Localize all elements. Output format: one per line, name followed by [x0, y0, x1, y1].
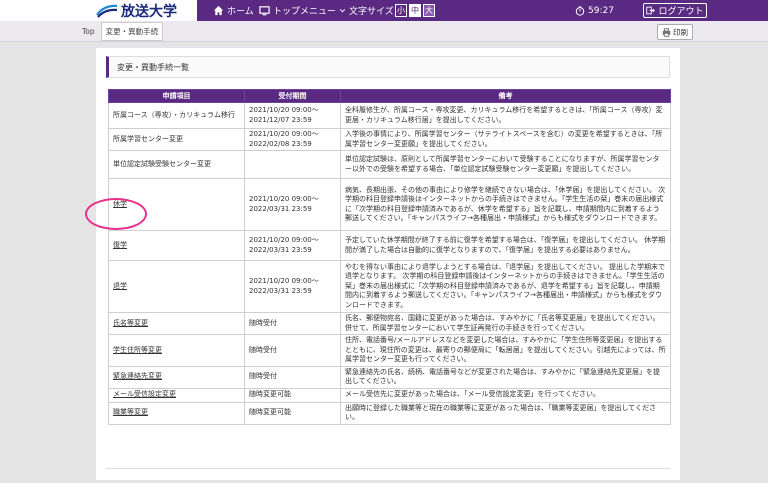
- header-note: 備考: [340, 89, 671, 103]
- item-cell: 所属コース（専攻）・カリキュラム移行: [108, 102, 245, 129]
- table-row: 単位認定試験受験センター変更 単位認定試験は、原則として所属学習センターにおいて受…: [108, 150, 671, 179]
- top-menu-link[interactable]: トップメニュー: [259, 0, 346, 21]
- logout-label: ログアウト: [658, 7, 704, 17]
- font-size-medium-button[interactable]: 中: [409, 4, 421, 17]
- period-cell: 2021/10/20 09:00～ 2021/12/07 23:59: [244, 102, 341, 129]
- font-size-small-button[interactable]: 小: [395, 4, 407, 17]
- period-cell: 随時変更可能: [244, 387, 341, 403]
- note-cell: 単位認定試験は、原則として所属学習センターにおいて受験することになりますが、所属…: [340, 150, 671, 179]
- procedure-link[interactable]: 学生住所等変更: [113, 346, 162, 354]
- logout-icon: [646, 6, 656, 15]
- header-period: 受付期間: [244, 89, 341, 103]
- timer-value: 59:27: [588, 5, 614, 16]
- table-header-row: 申請項目 受付期間 備考: [108, 89, 671, 103]
- breadcrumb-current: 変更・異動手続: [100, 21, 164, 41]
- session-timer: 59:27: [575, 0, 614, 21]
- home-icon: [213, 5, 224, 16]
- procedure-link[interactable]: 職業等変更: [113, 408, 148, 416]
- font-size-text: 文字サイズ: [349, 7, 394, 17]
- period-cell: 随時変更可能: [244, 401, 341, 425]
- main-panel: 変更・異動手続一覧 申請項目 受付期間 備考 所属コース（専攻）・カリキュラム移…: [96, 48, 680, 480]
- table-row: 学生住所等変更 随時受付 住所、電話番号/メールアドレスなどを変更した場合は、すみや…: [108, 334, 671, 367]
- item-cell: 単位認定試験受験センター変更: [108, 150, 245, 179]
- period-cell: 2021/10/20 09:00～ 2022/03/31 23:59: [244, 178, 341, 231]
- breadcrumb-top-link[interactable]: Top: [82, 27, 95, 36]
- timer-icon: [575, 5, 585, 16]
- item-cell: メール受信設定変更: [108, 387, 245, 403]
- university-logo[interactable]: 放送大学: [96, 2, 177, 20]
- table-row: 氏名等変更 随時受付 氏名、郵便物宛名、国籍に変更があった場合は、すみやかに「氏名等…: [108, 312, 671, 335]
- item-cell: 学生住所等変更: [108, 334, 245, 367]
- period-cell: 随時受付: [244, 334, 341, 367]
- period-cell: 随時受付: [244, 365, 341, 389]
- procedure-label: 所属コース（専攻）・カリキュラム移行: [113, 110, 235, 119]
- note-cell: 住所、電話番号/メールアドレスなどを変更した場合は、すみやかに「学生住所等変更届…: [340, 334, 671, 367]
- procedures-table: 申請項目 受付期間 備考 所属コース（専攻）・カリキュラム移行 2021/10/2…: [108, 89, 671, 425]
- period-cell: 2021/10/20 09:00～ 2022/02/08 23:59: [244, 128, 341, 151]
- period-cell: 随時受付: [244, 312, 341, 335]
- top-menu-label: トップメニュー: [273, 7, 337, 17]
- period-cell: 2021/10/20 09:00～ 2022/03/31 23:59: [244, 230, 341, 261]
- table-row: 所属学習センター変更 2021/10/20 09:00～ 2022/02/08 2…: [108, 128, 671, 151]
- print-label: 印刷: [673, 27, 688, 37]
- print-button[interactable]: 印刷: [657, 24, 693, 40]
- section-title: 変更・異動手続一覧: [106, 56, 670, 78]
- logout-button[interactable]: ログアウト: [643, 3, 707, 18]
- procedure-link[interactable]: 氏名等変更: [113, 319, 148, 327]
- period-cell: [244, 150, 341, 179]
- note-cell: 入学後の事情により、所属学習センター（サテライトスペースを含む）の変更を希望する…: [340, 128, 671, 151]
- period-cell: 2021/10/20 09:00～ 2022/03/31 23:59: [244, 260, 341, 313]
- home-link[interactable]: ホーム: [213, 0, 254, 21]
- table-row: メール受信設定変更 随時変更可能 メール受信先に変更があった場合は、「メール受信設定…: [108, 387, 671, 403]
- chevron-down-icon: [339, 9, 346, 13]
- procedure-label: 所属学習センター変更: [113, 134, 183, 143]
- font-size-large-button[interactable]: 大: [423, 4, 435, 17]
- table-row: 所属コース（専攻）・カリキュラム移行 2021/10/20 09:00～ 2021…: [108, 102, 671, 129]
- monitor-icon: [259, 6, 270, 16]
- logo-mark-icon: [96, 4, 118, 18]
- app-header: 放送大学 ホーム トップメニュー 文字サイズ 小 中 大 59:27 ログアウト: [0, 0, 768, 21]
- table-row: 退学 2021/10/20 09:00～ 2022/03/31 23:59 やむを得…: [108, 260, 671, 313]
- procedure-link[interactable]: 退学: [113, 282, 127, 290]
- note-cell: 予定していた休学期間が終了する前に復学を希望する場合は、「復学届」を提出してくだ…: [340, 230, 671, 261]
- table-row: 復学 2021/10/20 09:00～ 2022/03/31 23:59 予定して…: [108, 230, 671, 261]
- note-cell: 全科履修生が、所属コース・専攻変更、カリキュラム移行を希望するときは、「所属コー…: [340, 102, 671, 129]
- home-label: ホーム: [227, 7, 254, 17]
- procedure-label: 単位認定試験受験センター変更: [113, 159, 211, 168]
- breadcrumb-bar: Top 変更・異動手続 印刷: [0, 21, 768, 42]
- procedure-link[interactable]: 緊急連絡先変更: [113, 372, 162, 380]
- note-cell: 緊急連絡先の氏名、続柄、電話番号などが変更された場合は、すみやかに「緊急連絡先変…: [340, 365, 671, 389]
- table-row: 休学 2021/10/20 09:00～ 2022/03/31 23:59 病気、長…: [108, 178, 671, 231]
- note-cell: やむを得ない事由により退学しようとする場合は、「退学届」を提出してください。 提…: [340, 260, 671, 313]
- procedure-link[interactable]: メール受信設定変更: [113, 390, 176, 398]
- note-cell: メール受信先に変更があった場合は、「メール受信設定変更」を行ってください。: [340, 387, 671, 403]
- logo-text: 放送大学: [121, 3, 177, 20]
- note-cell: 氏名、郵便物宛名、国籍に変更があった場合は、すみやかに「氏名等変更届」を提出して…: [340, 312, 671, 335]
- table-body: 所属コース（専攻）・カリキュラム移行 2021/10/20 09:00～ 2021…: [108, 102, 671, 425]
- note-cell: 出願時に登録した職業等と現在の職業等に変更があった場合は、「職業等変更届」を提出…: [340, 401, 671, 425]
- table-row: 職業等変更 随時変更可能 出願時に登録した職業等と現在の職業等に変更があった場合は、…: [108, 401, 671, 425]
- item-cell: 緊急連絡先変更: [108, 365, 245, 389]
- procedure-link[interactable]: 復学: [113, 241, 127, 249]
- item-cell: 職業等変更: [108, 401, 245, 425]
- item-cell: 退学: [108, 260, 245, 313]
- next-section-divider: [106, 468, 670, 483]
- header-item: 申請項目: [108, 89, 245, 103]
- note-cell: 病気、長期出張、その他の事由により修学を継続できない場合は、「休学届」を提出して…: [340, 178, 671, 231]
- item-cell: 氏名等変更: [108, 312, 245, 335]
- table-row: 緊急連絡先変更 随時受付 緊急連絡先の氏名、続柄、電話番号などが変更された場合は、す…: [108, 365, 671, 389]
- item-cell: 所属学習センター変更: [108, 128, 245, 151]
- top-nav-bar: ホーム トップメニュー 文字サイズ 小 中 大 59:27 ログアウト: [197, 0, 768, 21]
- breadcrumb: Top 変更・異動手続: [82, 21, 164, 41]
- item-cell: 復学: [108, 230, 245, 261]
- printer-icon: [662, 27, 671, 37]
- highlight-circle: [85, 198, 147, 230]
